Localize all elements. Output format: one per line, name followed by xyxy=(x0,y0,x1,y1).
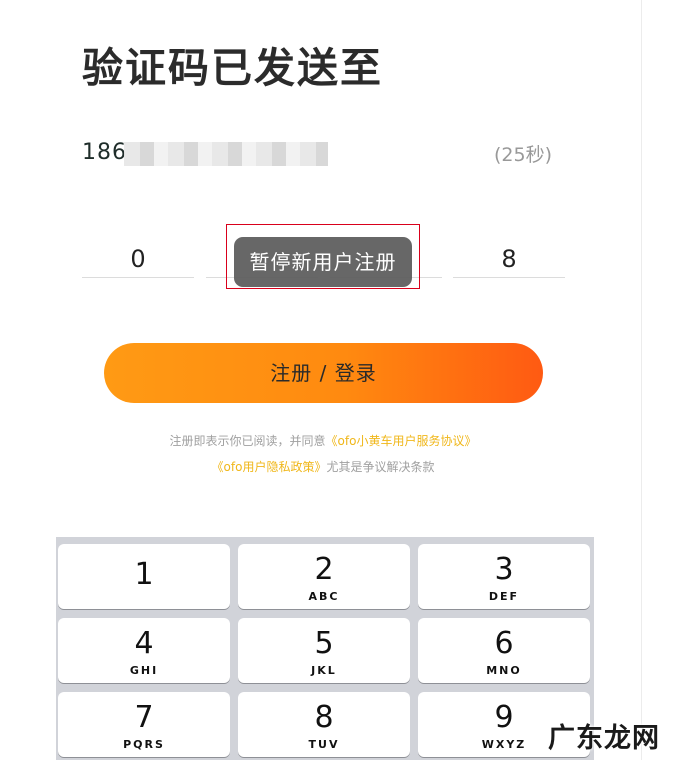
resend-countdown[interactable]: (25秒) xyxy=(494,140,552,167)
key-4[interactable]: 4 GHI xyxy=(58,618,230,683)
agreement-suffix: 尤其是争议解决条款 xyxy=(326,460,435,474)
key-letters: ABC xyxy=(308,590,340,603)
phone-number-mosaic xyxy=(124,142,328,166)
key-digit: 3 xyxy=(494,552,514,587)
key-digit: 8 xyxy=(314,700,334,735)
key-7[interactable]: 7 PQRS xyxy=(58,692,230,757)
key-8[interactable]: 8 TUV xyxy=(238,692,410,757)
key-3[interactable]: 3 DEF xyxy=(418,544,590,609)
page-title: 验证码已发送至 xyxy=(82,44,383,92)
key-6[interactable]: 6 MNO xyxy=(418,618,590,683)
key-letters: MNO xyxy=(486,664,522,677)
register-login-button[interactable]: 注册 / 登录 xyxy=(104,343,543,403)
key-letters: GHI xyxy=(129,664,159,677)
agreement-line-2: 《ofo用户隐私政策》尤其是争议解决条款 xyxy=(0,458,646,475)
key-2[interactable]: 2 ABC xyxy=(238,544,410,609)
key-digit: 1 xyxy=(134,557,154,592)
toast-message: 暂停新用户注册 xyxy=(234,237,412,287)
key-digit: 2 xyxy=(314,552,334,587)
key-letters: PQRS xyxy=(123,738,165,751)
site-watermark: 广东龙网 xyxy=(548,723,660,754)
key-letters: TUV xyxy=(308,738,340,751)
service-agreement-link[interactable]: 《ofo小黄车用户服务协议》 xyxy=(326,434,477,448)
key-digit: 4 xyxy=(134,626,154,661)
key-digit: 7 xyxy=(134,700,154,735)
key-1[interactable]: 1 xyxy=(58,544,230,609)
phone-number-prefix: 186 xyxy=(82,140,127,165)
key-letters: DEF xyxy=(488,590,520,603)
key-letters: JKL xyxy=(311,664,337,677)
agreement-line-1: 注册即表示你已阅读，并同意《ofo小黄车用户服务协议》 xyxy=(0,432,646,449)
key-digit: 5 xyxy=(314,626,334,661)
numeric-keypad: 1 2 ABC 3 DEF 4 GHI 5 JKL 6 MNO 7 PQRS 8… xyxy=(56,537,594,760)
key-digit: 6 xyxy=(494,626,514,661)
key-5[interactable]: 5 JKL xyxy=(238,618,410,683)
privacy-policy-link[interactable]: 《ofo用户隐私政策》 xyxy=(212,460,327,474)
agreement-prefix: 注册即表示你已阅读，并同意 xyxy=(169,434,326,448)
phone-row: 186 (25秒) xyxy=(82,138,552,172)
code-digit-1[interactable]: 0 xyxy=(82,240,194,278)
code-digit-4[interactable]: 8 xyxy=(453,240,565,278)
right-divider xyxy=(641,0,642,760)
